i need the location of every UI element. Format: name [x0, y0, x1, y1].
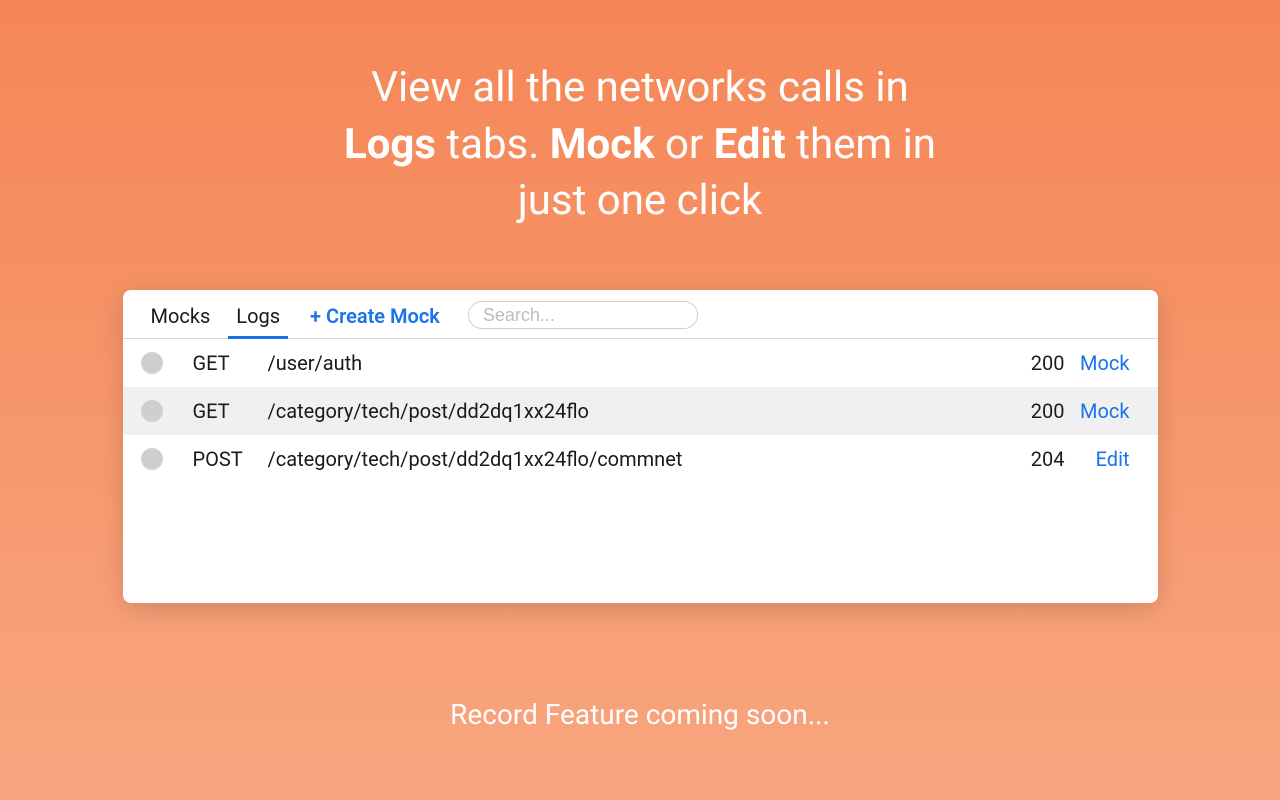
- search-input[interactable]: [468, 301, 698, 329]
- status-code-cell: 200: [1010, 351, 1065, 375]
- headline-text-2: tabs.: [436, 120, 550, 169]
- status-dot-icon: [141, 352, 163, 374]
- headline-bold-edit: Edit: [714, 120, 786, 169]
- table-row[interactable]: POST /category/tech/post/dd2dq1xx24flo/c…: [123, 435, 1158, 483]
- headline-bold-logs: Logs: [344, 120, 436, 169]
- path-cell: /user/auth: [268, 351, 1010, 375]
- headline: View all the networks calls in Logs tabs…: [344, 60, 936, 230]
- tab-mocks[interactable]: Mocks: [141, 300, 221, 338]
- log-rows: GET /user/auth 200 Mock GET /category/te…: [123, 339, 1158, 603]
- method-cell: POST: [193, 447, 268, 471]
- toolbar: Mocks Logs + Create Mock: [123, 290, 1158, 339]
- create-mock-button[interactable]: + Create Mock: [296, 300, 454, 338]
- status-dot-icon: [141, 448, 163, 470]
- headline-text-5: just one click: [518, 176, 763, 225]
- tab-logs[interactable]: Logs: [226, 300, 290, 338]
- edit-action-link[interactable]: Edit: [1065, 447, 1130, 471]
- status-code-cell: 204: [1010, 447, 1065, 471]
- headline-bold-mock: Mock: [550, 120, 655, 169]
- table-row[interactable]: GET /category/tech/post/dd2dq1xx24flo 20…: [123, 387, 1158, 435]
- headline-text-1: View all the networks calls in: [371, 63, 909, 112]
- mock-action-link[interactable]: Mock: [1065, 399, 1130, 423]
- mock-action-link[interactable]: Mock: [1065, 351, 1130, 375]
- path-cell: /category/tech/post/dd2dq1xx24flo: [268, 399, 1010, 423]
- logs-panel: Mocks Logs + Create Mock GET /user/auth …: [123, 290, 1158, 603]
- path-cell: /category/tech/post/dd2dq1xx24flo/commne…: [268, 447, 1010, 471]
- footer-note: Record Feature coming soon...: [450, 698, 830, 731]
- status-dot-icon: [141, 400, 163, 422]
- headline-text-3: or: [655, 120, 714, 169]
- method-cell: GET: [193, 351, 268, 375]
- status-code-cell: 200: [1010, 399, 1065, 423]
- table-row[interactable]: GET /user/auth 200 Mock: [123, 339, 1158, 387]
- method-cell: GET: [193, 399, 268, 423]
- headline-text-4: them in: [786, 120, 936, 169]
